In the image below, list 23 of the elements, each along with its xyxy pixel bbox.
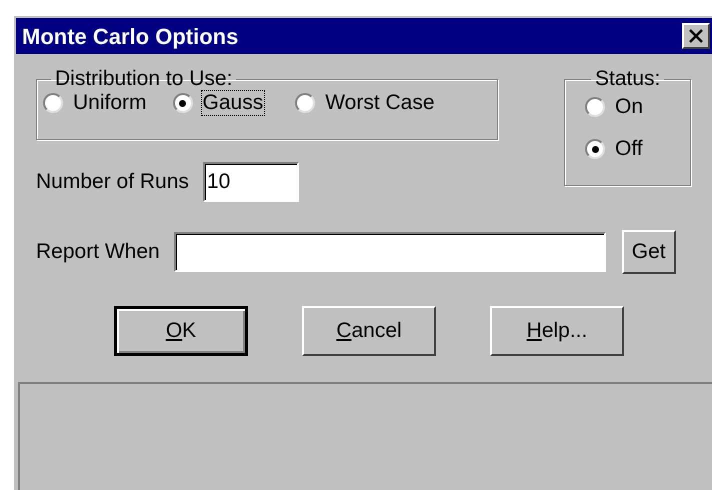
close-button[interactable]	[682, 23, 710, 49]
dialog-button[interactable]: OK	[114, 306, 248, 356]
close-icon	[688, 29, 704, 43]
group-label: Distribution to Use:	[54, 68, 234, 90]
field-label: Report When	[36, 239, 160, 266]
report-when-input[interactable]	[174, 232, 606, 272]
radio-option[interactable]: Uniform	[43, 90, 149, 116]
radio-icon	[585, 139, 605, 159]
radio-option[interactable]: Off	[585, 136, 670, 162]
field-label: Number of Runs	[36, 169, 189, 196]
get-button[interactable]: Get	[622, 230, 676, 274]
dialog-button[interactable]: Help...	[490, 306, 624, 356]
input-value: 10	[206, 169, 230, 196]
dialog-button[interactable]: Cancel	[302, 306, 436, 356]
radio-icon	[585, 97, 605, 117]
runs-input[interactable]: 10	[202, 162, 299, 202]
group-label: Status:	[594, 68, 662, 90]
radio-option[interactable]: Worst Case	[295, 90, 437, 116]
radio-icon	[172, 93, 193, 113]
radio-icon	[295, 93, 316, 113]
window-title: Monte Carlo Options	[22, 22, 238, 51]
radio-option[interactable]: On	[585, 94, 670, 120]
radio-icon	[43, 93, 63, 113]
